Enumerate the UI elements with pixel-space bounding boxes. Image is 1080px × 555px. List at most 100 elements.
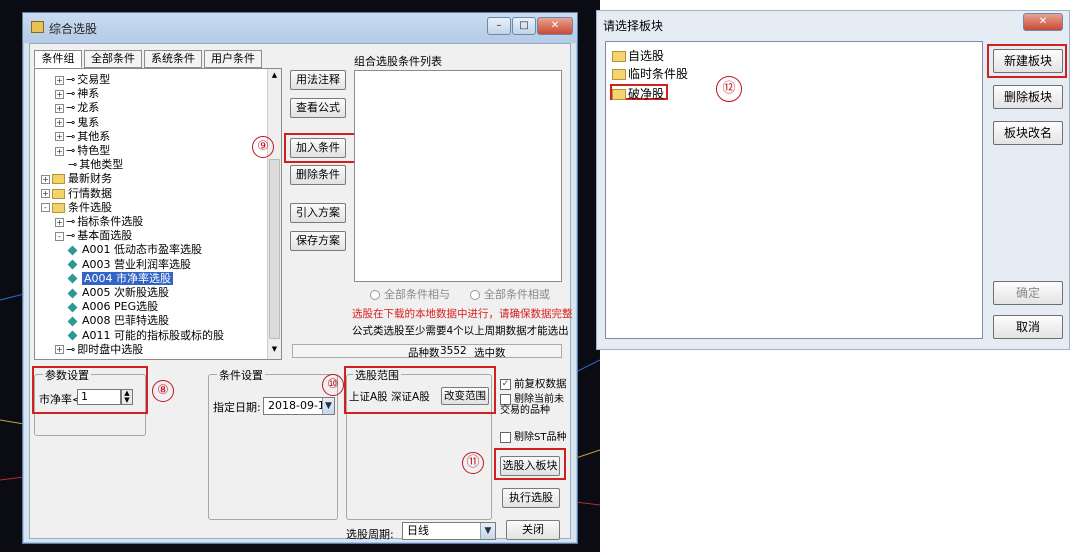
exclude-untraded-checkbox[interactable]: 剔除当前未交易的品种 — [500, 394, 564, 416]
dialog-title: 请选择板块 — [603, 19, 664, 33]
collapse-icon[interactable]: - — [41, 203, 50, 213]
tree-item[interactable]: + 行情数据 — [41, 187, 112, 201]
tree-item[interactable]: + 最新财务 — [41, 172, 112, 186]
maximize-button[interactable]: □ — [512, 17, 536, 35]
folder-icon — [612, 51, 626, 62]
close-button[interactable]: 关闭 — [506, 520, 560, 540]
period-select[interactable]: 日线 ▼ — [402, 522, 496, 540]
cancel-button[interactable]: 取消 — [993, 315, 1063, 339]
tree-item[interactable]: A003 营业利润率选股 — [67, 257, 192, 272]
block-list[interactable]: 自选股 临时条件股 破净股 ⑫ — [605, 41, 983, 339]
folder-icon — [52, 188, 65, 199]
tree-item-label: A004 市净率选股 — [82, 271, 174, 285]
condition-settings-label: 条件设置 — [217, 367, 265, 383]
expand-icon[interactable]: + — [41, 174, 50, 184]
window-title: 综合选股 — [49, 22, 98, 36]
exclude-st-checkbox[interactable]: 剔除ST品种 — [500, 428, 566, 443]
tree-item[interactable]: A008 巴菲特选股 — [67, 314, 169, 328]
confirm-button[interactable]: 确定 — [993, 281, 1063, 305]
tree-item-label: A005 次新股选股 — [82, 286, 170, 299]
expand-icon[interactable]: + — [55, 132, 64, 142]
expand-icon[interactable]: + — [55, 89, 64, 99]
diamond-icon — [67, 288, 78, 298]
scroll-thumb[interactable] — [269, 159, 280, 339]
folder-icon — [612, 89, 626, 100]
delete-block-button[interactable]: 删除板块 — [993, 85, 1063, 109]
tree-item[interactable]: + ⊸ 神系 — [55, 87, 99, 101]
tab-user-conditions[interactable]: 用户条件 — [204, 50, 262, 68]
prior-rights-checkbox[interactable]: ✓ 前复权数据 — [500, 376, 567, 391]
scroll-down-icon[interactable]: ▼ — [269, 345, 280, 355]
tab-system-conditions[interactable]: 系统条件 — [144, 50, 202, 68]
tree-item-label: 行情数据 — [68, 186, 112, 200]
radio-all-or[interactable]: 全部条件相或 — [470, 286, 550, 302]
tree-item-label: 即时盘中选股 — [77, 342, 144, 356]
close-dialog-button[interactable]: ✕ — [1023, 13, 1063, 31]
tree-item[interactable]: A005 次新股选股 — [67, 286, 170, 300]
tree-item[interactable]: + ⊸ 其他系 — [55, 130, 110, 144]
date-picker[interactable]: 2018-09-11 ▼ — [263, 397, 335, 415]
expand-icon[interactable]: + — [55, 217, 64, 227]
data-note: 公式类选股至少需要4个以上周期数据才能选出 — [352, 325, 569, 337]
usage-notes-button[interactable]: 用法注释 — [290, 70, 346, 90]
tree-item[interactable]: + ⊸ 龙系 — [55, 101, 99, 115]
expand-icon[interactable]: + — [55, 345, 64, 355]
tree-item[interactable]: + ⊸ 特色型 — [55, 144, 110, 158]
rename-block-button[interactable]: 板块改名 — [993, 121, 1063, 145]
tree-item-label: 神系 — [77, 87, 100, 101]
tree-item-label: A003 营业利润率选股 — [82, 257, 192, 271]
expand-icon[interactable]: + — [55, 118, 64, 128]
view-formula-button[interactable]: 查看公式 — [290, 98, 346, 118]
save-plan-button[interactable]: 保存方案 — [290, 231, 346, 251]
tree-item-label: 特色型 — [77, 144, 111, 157]
checkbox-checked-icon: ✓ — [500, 378, 511, 390]
tree-item[interactable]: A006 PEG选股 — [67, 300, 158, 314]
tree-item[interactable]: + ⊸ 鬼系 — [55, 116, 99, 130]
tree-item[interactable]: + ⊸ 指标条件选股 — [55, 215, 143, 229]
tree-item-label: 交易型 — [77, 73, 111, 86]
condition-list-label: 组合选股条件列表 — [354, 55, 442, 68]
expand-icon[interactable]: + — [55, 146, 64, 156]
radio-all-and[interactable]: 全部条件相与 — [370, 286, 450, 302]
block-item-selected[interactable]: 破净股 — [610, 84, 669, 101]
key-icon: ⊸ — [66, 229, 76, 243]
radio-icon — [470, 290, 480, 300]
tree-item[interactable]: - ⊸ 基本面选股 — [55, 229, 132, 243]
stock-count-value: 3552 — [440, 345, 467, 357]
tree-scrollbar[interactable]: ▲ ▼ — [267, 69, 281, 359]
tree-item[interactable]: A011 可能的指标股或标的股 — [67, 329, 224, 343]
folder-icon — [52, 174, 65, 185]
minimize-button[interactable]: – — [487, 17, 511, 35]
tree-item[interactable]: - 条件选股 — [41, 201, 112, 215]
date-label: 指定日期: — [213, 401, 261, 414]
tree-item[interactable]: ⊸ 其他类型 — [55, 158, 123, 172]
expand-icon[interactable]: + — [55, 103, 64, 113]
expand-icon[interactable]: + — [41, 189, 50, 199]
block-item[interactable]: 自选股 — [612, 48, 664, 64]
tree-item[interactable]: + ⊸ 即时盘中选股 — [55, 343, 143, 357]
tab-all-conditions[interactable]: 全部条件 — [84, 50, 142, 68]
condition-tree[interactable]: + ⊸ 交易型 + ⊸ 神系 + ⊸ 龙系 + ⊸ 鬼系 + ⊸ 其他系 + ⊸ 特色型 ⊸ 其他类型 + 最新财务 + 行情… — [34, 68, 282, 360]
import-plan-button[interactable]: 引入方案 — [290, 203, 346, 223]
collapse-icon[interactable]: - — [55, 231, 64, 241]
tree-item[interactable]: A001 低动态市盈率选股 — [67, 243, 202, 257]
block-item[interactable]: 临时条件股 — [612, 66, 688, 82]
condition-list[interactable] — [354, 70, 562, 282]
highlight-box-add-condition — [284, 133, 356, 163]
run-selection-button[interactable]: 执行选股 — [502, 488, 560, 508]
folder-icon — [52, 202, 65, 213]
close-window-button[interactable]: ✕ — [537, 17, 573, 35]
tab-condition-group[interactable]: 条件组 — [34, 50, 82, 68]
diamond-icon — [67, 302, 78, 313]
scroll-up-icon[interactable]: ▲ — [269, 71, 280, 81]
annotation-11: ⑪ — [462, 452, 484, 474]
expand-icon[interactable]: + — [55, 75, 64, 85]
highlight-box-add-to-block — [494, 448, 566, 480]
tree-item[interactable]: A004 市净率选股 — [67, 271, 174, 286]
select-block-dialog: 请选择板块 ✕ 自选股 临时条件股 破净股 ⑫ 新建板块 删除板块 板块改名 确… — [596, 10, 1070, 350]
tree-item[interactable]: + ⊸ 交易型 — [55, 73, 110, 87]
highlight-box-params — [32, 366, 148, 414]
delete-condition-button[interactable]: 删除条件 — [290, 165, 346, 185]
diamond-icon — [67, 245, 78, 256]
key-icon: ⊸ — [66, 215, 76, 228]
